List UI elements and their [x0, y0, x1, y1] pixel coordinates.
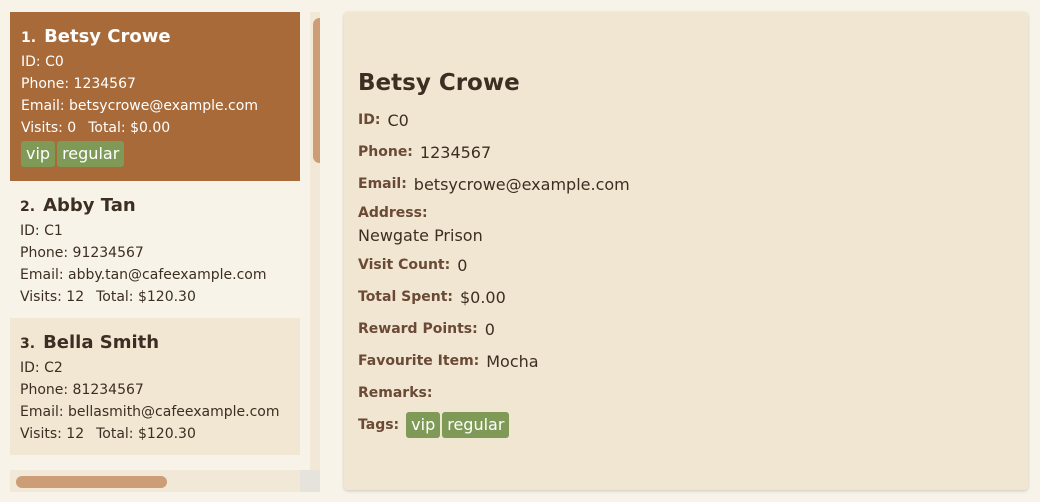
detail-points-value: 0: [484, 319, 495, 339]
detail-spent-value: $0.00: [459, 287, 506, 307]
card-total: Total: $120.30: [96, 289, 196, 305]
detail-fav-label: Favourite Item:: [358, 353, 480, 369]
customer-card[interactable]: 2. Abby Tan ID: C1 Phone: 91234567 Email…: [10, 181, 300, 318]
detail-email-row: Email: betsycrowe@example.com: [358, 168, 1014, 200]
detail-id-value: C0: [387, 110, 409, 130]
card-visits-total: Visits: 12 Total: $120.30: [20, 423, 290, 445]
detail-phone-row: Phone: 1234567: [358, 136, 1014, 168]
tag-badge: regular: [442, 412, 510, 438]
card-phone: Phone: 81234567: [20, 382, 144, 398]
card-total: Total: $0.00: [88, 120, 171, 136]
vertical-scrollbar-thumb[interactable]: [313, 18, 320, 163]
card-name: Bella Smith: [43, 332, 160, 353]
card-email: Email: betsycrowe@example.com: [21, 98, 258, 114]
tag-badge: vip: [406, 412, 441, 438]
card-name: Abby Tan: [43, 195, 136, 216]
customer-card-selected[interactable]: 1. Betsy Crowe ID: C0 Phone: 1234567 Ema…: [10, 12, 300, 181]
detail-fav-row: Favourite Item: Mocha: [358, 345, 1014, 377]
detail-tags: vip regular: [406, 412, 511, 438]
detail-id-row: ID: C0: [358, 104, 1014, 136]
card-visits: Visits: 12: [20, 426, 85, 442]
card-visits-total: Visits: 0 Total: $0.00: [21, 117, 290, 139]
card-email: Email: bellasmith@cafeexample.com: [20, 404, 280, 420]
card-id: ID: C1: [20, 223, 63, 239]
card-visits: Visits: 12: [20, 289, 85, 305]
card-name: Betsy Crowe: [44, 26, 171, 47]
detail-address-value: Newgate Prison: [358, 226, 483, 245]
card-email: Email: abby.tan@cafeexample.com: [20, 267, 267, 283]
detail-points-row: Reward Points: 0: [358, 313, 1014, 345]
detail-name: Betsy Crowe: [358, 70, 520, 96]
card-index: 1.: [21, 30, 37, 46]
scrollbar-corner: [300, 470, 320, 492]
card-index: 3.: [20, 336, 36, 352]
detail-phone-value: 1234567: [419, 142, 492, 162]
tag-badge: vip: [21, 141, 56, 167]
detail-tags-row: Tags: vip regular: [358, 409, 1014, 441]
detail-visit-row: Visit Count: 0: [358, 249, 1014, 281]
card-visits: Visits: 0: [21, 120, 77, 136]
detail-spent-row: Total Spent: $0.00: [358, 281, 1014, 313]
detail-visit-value: 0: [457, 255, 468, 275]
card-phone: Phone: 91234567: [20, 245, 144, 261]
detail-points-label: Reward Points:: [358, 321, 478, 337]
customer-list[interactable]: 1. Betsy Crowe ID: C0 Phone: 1234567 Ema…: [10, 12, 320, 492]
detail-address-row: Address: Newgate Prison: [358, 203, 1014, 249]
detail-tags-label: Tags:: [358, 417, 400, 433]
detail-fav-value: Mocha: [486, 351, 539, 371]
card-phone: Phone: 1234567: [21, 76, 136, 92]
detail-remarks-row: Remarks:: [358, 377, 1014, 409]
detail-remarks-label: Remarks:: [358, 385, 433, 401]
detail-address-label: Address:: [358, 205, 428, 221]
card-id: ID: C2: [20, 360, 63, 376]
card-tags: vip regular: [21, 141, 290, 167]
card-visits-total: Visits: 12 Total: $120.30: [20, 286, 290, 308]
detail-email-label: Email:: [358, 176, 407, 192]
customer-detail-panel: Betsy Crowe ID: C0 Phone: 1234567 Email:…: [344, 12, 1028, 490]
detail-spent-label: Total Spent:: [358, 289, 453, 305]
card-total: Total: $120.30: [96, 426, 196, 442]
detail-visit-label: Visit Count:: [358, 257, 451, 273]
detail-email-value: betsycrowe@example.com: [413, 174, 630, 194]
detail-id-label: ID:: [358, 112, 381, 128]
card-id: ID: C0: [21, 54, 64, 70]
tag-badge: regular: [57, 141, 125, 167]
detail-phone-label: Phone:: [358, 144, 413, 160]
horizontal-scrollbar-thumb[interactable]: [16, 476, 167, 488]
customer-card[interactable]: 3. Bella Smith ID: C2 Phone: 81234567 Em…: [10, 318, 300, 455]
card-index: 2.: [20, 199, 36, 215]
